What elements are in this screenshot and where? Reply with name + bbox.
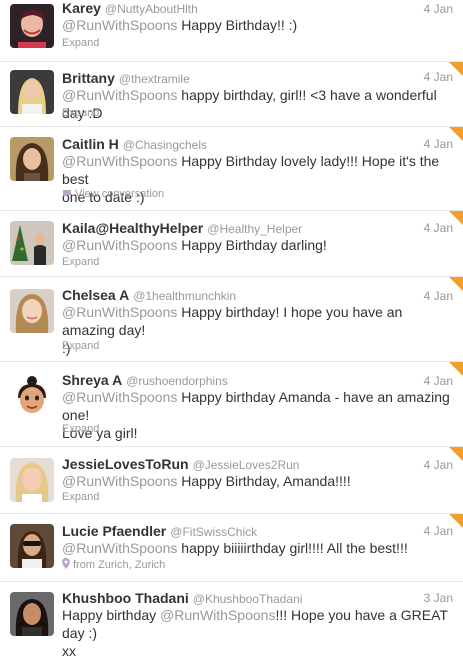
tweet[interactable]: Kaila@HealthyHelper @Healthy_Helper 4 Jan…: [0, 211, 463, 277]
tweet-date[interactable]: 4 Jan: [424, 70, 453, 84]
tweet[interactable]: Brittany @thextramile 4 Jan @RunWithSpoon…: [0, 62, 463, 127]
avatar[interactable]: [10, 4, 54, 48]
location-label[interactable]: from Zurich, Zurich: [73, 559, 165, 571]
tweet[interactable]: Lucie Pfaendler @FitSwissChick 4 Jan @Run…: [0, 514, 463, 582]
avatar[interactable]: [10, 221, 54, 265]
tweet-date[interactable]: 4 Jan: [424, 2, 453, 16]
avatar[interactable]: [10, 137, 54, 181]
expand-link[interactable]: Expand: [62, 256, 99, 268]
author-name[interactable]: Karey @NuttyAboutHlth: [62, 0, 198, 16]
author-name[interactable]: Lucie Pfaendler @FitSwissChick: [62, 523, 257, 539]
author-name[interactable]: Khushboo Thadani @KhushbooThadani: [62, 590, 302, 606]
author-name[interactable]: Brittany @thextramile: [62, 70, 190, 86]
mention-link[interactable]: @RunWithSpoons: [62, 304, 177, 320]
tweet-date[interactable]: 4 Jan: [424, 137, 453, 151]
author-handle[interactable]: @FitSwissChick: [170, 525, 257, 539]
display-name[interactable]: Lucie Pfaendler: [62, 523, 166, 539]
avatar[interactable]: [10, 374, 54, 418]
expand-link[interactable]: Expand: [62, 107, 99, 119]
mention-link[interactable]: @RunWithSpoons: [62, 87, 177, 103]
tweet[interactable]: Khushboo Thadani @KhushbooThadani 3 Jan H…: [0, 582, 463, 659]
map-pin-icon: [62, 558, 70, 572]
author-handle[interactable]: @JessieLoves2Run: [193, 458, 300, 472]
display-name[interactable]: Khushboo Thadani: [62, 590, 189, 606]
tweet-date[interactable]: 3 Jan: [424, 591, 453, 605]
tweet-body: Happy Birthday!! :): [177, 17, 298, 33]
tweet-date[interactable]: 4 Jan: [424, 221, 453, 235]
display-name[interactable]: Shreya A: [62, 372, 122, 388]
avatar[interactable]: [10, 592, 54, 636]
mention-link[interactable]: @RunWithSpoons: [62, 540, 177, 556]
mention-link[interactable]: @RunWithSpoons: [62, 153, 177, 169]
tweet[interactable]: JessieLovesToRun @JessieLoves2Run 4 Jan @…: [0, 447, 463, 514]
author-handle[interactable]: @rushoendorphins: [126, 374, 228, 388]
location-link[interactable]: from Zurich, Zurich: [62, 558, 165, 572]
tweet-text: @RunWithSpoons Happy Birthday, Amanda!!!…: [62, 472, 454, 490]
tweet-date[interactable]: 4 Jan: [424, 374, 453, 388]
expand-link[interactable]: Expand: [62, 340, 99, 352]
author-handle[interactable]: @KhushbooThadani: [193, 592, 303, 606]
display-name[interactable]: Brittany: [62, 70, 115, 86]
tweet-prefix: Happy birthday: [62, 607, 161, 623]
tweet-date[interactable]: 4 Jan: [424, 524, 453, 538]
tweet-body-continued: xx: [62, 643, 76, 659]
tweet-body: Happy Birthday, Amanda!!!!: [177, 473, 351, 489]
display-name[interactable]: Kaila@HealthyHelper: [62, 220, 203, 236]
avatar[interactable]: [10, 289, 54, 333]
expand-link[interactable]: Expand: [62, 491, 99, 503]
author-handle[interactable]: @1healthmunchkin: [133, 289, 236, 303]
speech-bubble-icon: [62, 189, 72, 201]
expand-link[interactable]: Expand: [62, 37, 99, 49]
tweet-text: @RunWithSpoons Happy Birthday!! :): [62, 16, 454, 34]
tweet[interactable]: Karey @NuttyAboutHlth 4 Jan @RunWithSpoon…: [0, 0, 463, 62]
tweet-feed: Karey @NuttyAboutHlth 4 Jan @RunWithSpoon…: [0, 0, 463, 659]
author-name[interactable]: Shreya A @rushoendorphins: [62, 372, 228, 388]
author-handle[interactable]: @Healthy_Helper: [207, 222, 302, 236]
display-name[interactable]: JessieLovesToRun: [62, 456, 189, 472]
author-name[interactable]: JessieLovesToRun @JessieLoves2Run: [62, 456, 299, 472]
tweet-text: @RunWithSpoons Happy birthday! I hope yo…: [62, 303, 454, 357]
author-name[interactable]: Kaila@HealthyHelper @Healthy_Helper: [62, 220, 302, 236]
tweet-text: @RunWithSpoons happy biiiiirthday girl!!…: [62, 539, 454, 557]
tweet-body: happy biiiiirthday girl!!!! All the best…: [177, 540, 408, 556]
author-name[interactable]: Caitlin H @Chasingchels: [62, 136, 207, 152]
author-handle[interactable]: @thextramile: [119, 72, 190, 86]
view-conversation-link[interactable]: View conversation: [62, 188, 164, 201]
tweet[interactable]: Shreya A @rushoendorphins 4 Jan @RunWithS…: [0, 362, 463, 447]
tweet-date[interactable]: 4 Jan: [424, 458, 453, 472]
view-conversation-label[interactable]: View conversation: [75, 188, 164, 200]
avatar[interactable]: [10, 70, 54, 114]
mention-link[interactable]: @RunWithSpoons: [62, 389, 177, 405]
tweet-date[interactable]: 4 Jan: [424, 289, 453, 303]
tweet-text: @RunWithSpoons Happy Birthday darling!: [62, 236, 454, 254]
avatar[interactable]: [10, 524, 54, 568]
mention-link[interactable]: @RunWithSpoons: [160, 607, 275, 623]
author-name[interactable]: Chelsea A @1healthmunchkin: [62, 287, 236, 303]
tweet-text: Happy birthday @RunWithSpoons!!! Hope yo…: [62, 606, 454, 660]
mention-link[interactable]: @RunWithSpoons: [62, 237, 177, 253]
display-name[interactable]: Caitlin H: [62, 136, 119, 152]
avatar[interactable]: [10, 458, 54, 502]
tweet-text: @RunWithSpoons Happy birthday Amanda - h…: [62, 388, 454, 442]
display-name[interactable]: Chelsea A: [62, 287, 129, 303]
tweet[interactable]: Chelsea A @1healthmunchkin 4 Jan @RunWith…: [0, 277, 463, 362]
expand-link[interactable]: Expand: [62, 423, 99, 435]
display-name[interactable]: Karey: [62, 0, 101, 16]
author-handle[interactable]: @NuttyAboutHlth: [105, 2, 198, 16]
mention-link[interactable]: @RunWithSpoons: [62, 17, 177, 33]
mention-link[interactable]: @RunWithSpoons: [62, 473, 177, 489]
tweet-body: Happy Birthday darling!: [177, 237, 327, 253]
tweet[interactable]: Caitlin H @Chasingchels 4 Jan @RunWithSpo…: [0, 127, 463, 211]
tweet-text: @RunWithSpoons happy birthday, girl!! <3…: [62, 86, 454, 122]
author-handle[interactable]: @Chasingchels: [123, 138, 207, 152]
